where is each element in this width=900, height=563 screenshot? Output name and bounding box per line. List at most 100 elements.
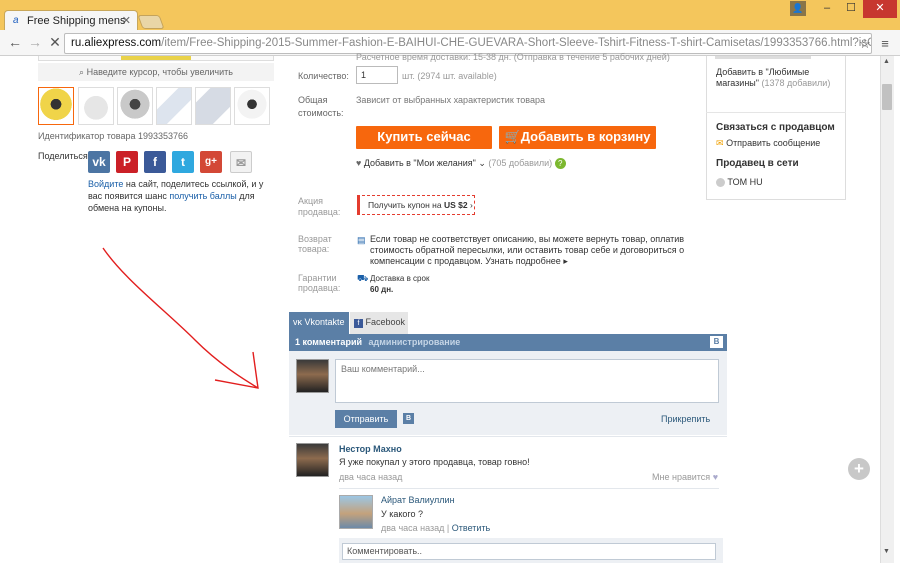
back-icon[interactable]: ← bbox=[6, 33, 24, 51]
scroll-up-arrow[interactable]: ▲ bbox=[883, 58, 890, 65]
comment-count: 1 комментарий bbox=[295, 337, 363, 347]
comment-author[interactable]: Нестор Махно bbox=[339, 444, 402, 454]
learn-more-link[interactable]: Узнать подробнее bbox=[485, 256, 561, 266]
qty-unit: шт. (2974 шт. available) bbox=[402, 71, 497, 81]
close-window-button[interactable]: ✕ bbox=[863, 0, 897, 18]
seller-status-icon bbox=[716, 178, 725, 188]
coupon-button[interactable]: Получить купон на US $2 › bbox=[357, 195, 475, 215]
reply-avatar[interactable] bbox=[339, 495, 373, 529]
guarantee-label-1: Гарантии bbox=[298, 273, 337, 283]
main-image-bottom bbox=[38, 56, 274, 61]
pinterest-share-icon[interactable]: P bbox=[116, 151, 138, 173]
reply-author[interactable]: Айрат Валиуллин bbox=[381, 495, 455, 505]
menu-icon[interactable]: ≡ bbox=[876, 35, 894, 53]
seller-name: TOM HU bbox=[727, 177, 763, 187]
thumbnail-1[interactable] bbox=[38, 87, 74, 125]
total-label-1: Общая bbox=[298, 95, 328, 105]
return-text: Если товар не соответствует описанию, вы… bbox=[370, 234, 685, 266]
main-image-fragment bbox=[121, 56, 191, 60]
vertical-scrollbar[interactable] bbox=[880, 56, 894, 563]
wishlist-row[interactable]: ♥ Добавить в "Мои желания" ⌄ (705 добави… bbox=[356, 158, 566, 169]
tab-facebook[interactable]: f Facebook bbox=[350, 312, 408, 334]
divider bbox=[706, 112, 846, 113]
get-points-link[interactable]: получить баллы bbox=[169, 191, 236, 201]
facebook-share-icon[interactable]: f bbox=[144, 151, 166, 173]
return-label-1: Возврат bbox=[298, 234, 332, 244]
envelope-icon: ✉ bbox=[716, 138, 724, 148]
email-share-icon[interactable]: ✉ bbox=[230, 151, 252, 173]
admin-link[interactable]: администрирование bbox=[369, 337, 461, 347]
total-value: Зависит от выбранных характеристик товар… bbox=[356, 95, 545, 105]
browser-tab[interactable]: a Free Shipping mens ✕ bbox=[4, 10, 138, 32]
author-avatar[interactable] bbox=[296, 443, 329, 477]
share-info: Войдите на сайт, поделитесь ссылкой, и у… bbox=[88, 179, 264, 213]
like-button[interactable]: Мне нравится ♥ bbox=[652, 472, 718, 482]
buy-now-button[interactable]: Купить сейчас bbox=[356, 126, 492, 149]
comment-time[interactable]: два часа назад bbox=[339, 472, 402, 482]
zoom-magnifier-icon: ⌕ bbox=[79, 67, 87, 77]
chevron-right-icon: › bbox=[469, 200, 473, 210]
address-bar[interactable]: ru.aliexpress.com/item/Free-Shipping-201… bbox=[64, 33, 872, 54]
add-to-cart-button[interactable]: 🛒Добавить в корзину bbox=[499, 126, 656, 149]
comment-textarea[interactable]: Ваш комментарий... bbox=[335, 359, 719, 403]
vk-share-icon[interactable]: vk bbox=[88, 151, 110, 173]
scrollbar-thumb[interactable] bbox=[882, 84, 892, 110]
seller-row[interactable]: TOM HU bbox=[716, 177, 763, 188]
promo-label-1: Акция bbox=[298, 196, 323, 206]
reply-meta: два часа назад | Ответить bbox=[381, 523, 491, 533]
add-cart-label: Добавить в корзину bbox=[520, 129, 651, 144]
my-avatar bbox=[296, 359, 329, 393]
guarantee-label-2: продавца: bbox=[298, 283, 341, 293]
contact-title: Связаться с продавцом bbox=[716, 122, 835, 133]
reply-link[interactable]: Ответить bbox=[452, 523, 490, 533]
red-arrow-annotation bbox=[102, 247, 259, 389]
heart-icon: ♥ bbox=[356, 158, 362, 168]
wishlist-label: Добавить в "Мои желания" bbox=[363, 158, 476, 168]
attach-link[interactable]: Прикрепить bbox=[661, 414, 710, 424]
scroll-down-arrow[interactable]: ▼ bbox=[883, 548, 890, 555]
aliexpress-favicon-icon: a bbox=[13, 15, 19, 26]
reply-input[interactable]: Комментировать.. bbox=[342, 543, 716, 560]
login-link[interactable]: Войдите bbox=[88, 179, 123, 189]
zoom-hint-bar: ⌕ Наведите курсор, чтобы увеличить bbox=[38, 63, 274, 81]
reply-text: У какого ? bbox=[381, 509, 423, 519]
new-tab-button[interactable] bbox=[137, 15, 165, 29]
reload-icon[interactable]: ✕ bbox=[46, 33, 64, 51]
profile-icon[interactable]: 👤 bbox=[790, 1, 806, 16]
bookmark-star-icon[interactable]: ☆ bbox=[856, 35, 874, 53]
googleplus-share-icon[interactable]: g+ bbox=[200, 151, 222, 173]
send-message-link[interactable]: ✉ Отправить сообщение bbox=[716, 138, 820, 149]
delivery-line: Расчетное время доставки: 15-38 дн. (Отп… bbox=[356, 52, 670, 62]
send-button[interactable]: Отправить bbox=[335, 410, 397, 428]
promo-label-2: продавца: bbox=[298, 207, 341, 217]
help-icon[interactable]: ? bbox=[554, 158, 566, 169]
guarantee-text: Доставка в срок bbox=[370, 274, 430, 283]
plus-icon[interactable]: + bbox=[848, 458, 870, 480]
facebook-tab-icon: f bbox=[354, 319, 363, 328]
cart-icon: 🛒 bbox=[504, 129, 521, 144]
url-path: /item/Free-Shipping-2015-Summer-Fashion-… bbox=[161, 37, 872, 49]
forward-icon[interactable]: → bbox=[26, 33, 44, 51]
comment-divider bbox=[289, 436, 727, 437]
tab-vkontakte[interactable]: ᴠᴋ Vkontakte bbox=[289, 312, 349, 334]
favorites-link[interactable]: Добавить в "Любимые магазины" (1378 добав… bbox=[716, 67, 841, 89]
minimize-button[interactable]: – bbox=[814, 0, 840, 18]
tab-title: Free Shipping mens bbox=[27, 15, 126, 27]
twitter-share-icon[interactable]: t bbox=[172, 151, 194, 173]
comment-text: Я уже покупал у этого продавца, товар го… bbox=[339, 457, 530, 467]
reply-time[interactable]: два часа назад bbox=[381, 523, 444, 533]
share-label: Поделиться: bbox=[38, 151, 91, 161]
reply-divider bbox=[339, 488, 719, 489]
qty-input[interactable]: 1 bbox=[356, 66, 398, 84]
sidebox-top-bar bbox=[715, 56, 811, 59]
product-id: Идентификатор товара 1993353766 bbox=[38, 131, 189, 141]
close-tab-icon[interactable]: ✕ bbox=[122, 14, 131, 27]
maximize-button[interactable]: ☐ bbox=[840, 0, 862, 18]
thumbnail-5[interactable] bbox=[195, 87, 231, 125]
delivery-truck-icon: ⛟ bbox=[357, 273, 369, 283]
thumbnail-3[interactable] bbox=[117, 87, 153, 125]
thumbnail-2[interactable] bbox=[78, 87, 114, 125]
thumbnail-6[interactable] bbox=[234, 87, 270, 125]
thumbnail-4[interactable] bbox=[156, 87, 192, 125]
chevron-down-icon: ⌄ bbox=[478, 158, 486, 168]
